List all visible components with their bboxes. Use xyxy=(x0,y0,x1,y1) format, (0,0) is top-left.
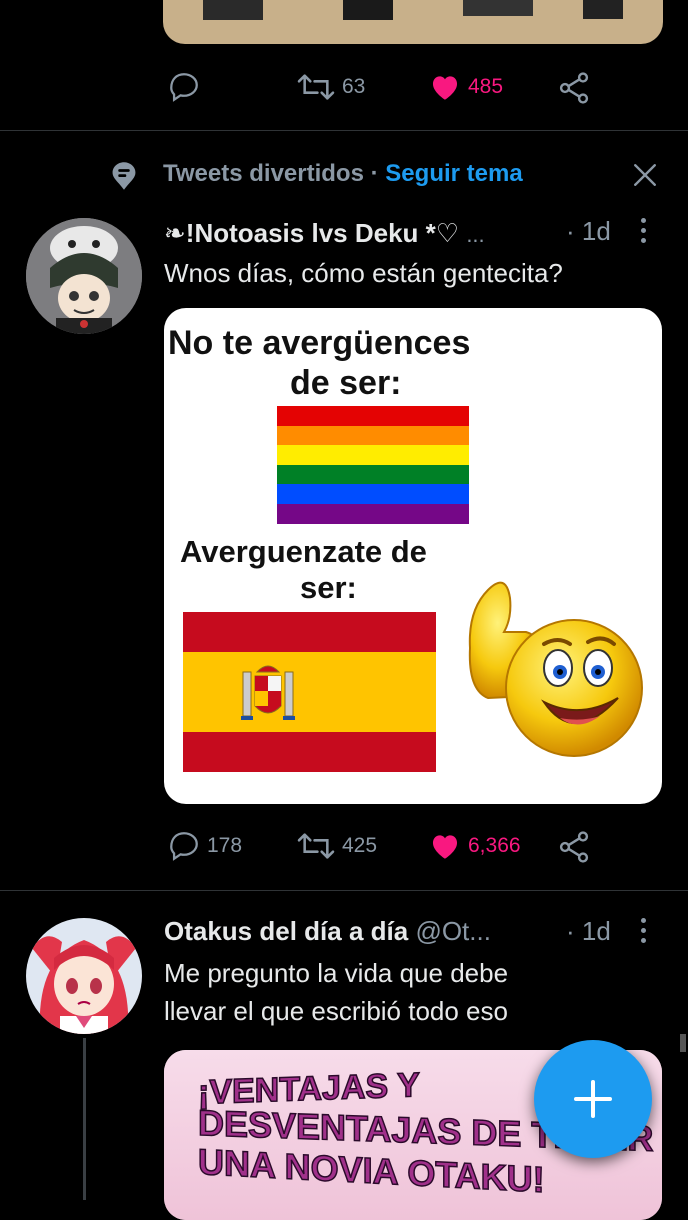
like-button[interactable]: 6,366 xyxy=(428,829,521,863)
meme-line-2: de ser: xyxy=(290,364,402,402)
avatar[interactable] xyxy=(26,218,142,334)
tweet-image[interactable]: No te avergüences de ser: Averguenzate d… xyxy=(164,308,662,804)
reply-icon xyxy=(170,832,198,861)
tweet-text: Wnos días, cómo están gentecita? xyxy=(164,258,563,288)
topic-separator: · xyxy=(370,160,379,187)
close-icon[interactable] xyxy=(632,162,658,188)
thread-line xyxy=(83,1038,86,1200)
meme-line-4: ser: xyxy=(300,570,357,605)
share-icon xyxy=(559,831,589,863)
compose-plus-icon[interactable] xyxy=(534,1040,652,1158)
display-name[interactable]: ❧!Notoasis lvs Deku *♡ xyxy=(164,218,459,248)
retweet-count: 425 xyxy=(342,834,378,857)
tweet-text: Me pregunto la vida que debe llevar el q… xyxy=(164,954,508,1030)
timestamp[interactable]: · 1d xyxy=(566,916,611,947)
meme-line-3: Averguenzate de xyxy=(180,534,427,569)
like-count: 485 xyxy=(468,75,504,98)
reply-button[interactable] xyxy=(167,70,201,104)
handle[interactable]: ... xyxy=(466,222,484,247)
share-icon xyxy=(559,72,589,104)
retweet-icon xyxy=(297,833,335,859)
timestamp[interactable]: · 1d xyxy=(566,216,611,247)
topic-icon xyxy=(112,162,136,190)
follow-topic-link[interactable]: Seguir tema xyxy=(385,160,522,187)
tweet-text-line-2: llevar el que escribió todo eso xyxy=(164,996,508,1026)
share-button[interactable] xyxy=(556,829,592,865)
heart-icon xyxy=(432,76,458,100)
reply-count: 178 xyxy=(207,834,243,857)
retweet-button[interactable]: 63 xyxy=(296,70,365,104)
share-button[interactable] xyxy=(556,70,592,106)
divider xyxy=(0,130,688,131)
like-button[interactable]: 485 xyxy=(428,70,503,104)
divider xyxy=(0,890,688,891)
meme-line-1: No te avergüences xyxy=(168,324,471,362)
tweet-1[interactable]: ❧!Notoasis lvs Deku *♡ ... · 1d Wnos día… xyxy=(0,200,688,890)
like-count: 6,366 xyxy=(468,834,521,857)
top-tweet-media[interactable] xyxy=(163,0,663,44)
spain-flag xyxy=(183,612,436,772)
thumbs-up-emoji xyxy=(468,581,643,757)
avatar[interactable] xyxy=(26,918,142,1034)
topic-name: Tweets divertidos xyxy=(163,160,364,187)
more-icon[interactable] xyxy=(641,918,647,948)
display-name[interactable]: Otakus del día a día xyxy=(164,916,408,946)
avatar-image xyxy=(26,918,142,1034)
more-icon[interactable] xyxy=(641,218,647,248)
retweet-icon xyxy=(297,74,335,100)
handle[interactable]: @Ot... xyxy=(415,916,491,946)
rainbow-flag xyxy=(277,406,469,524)
tweet-text-line-1: Me pregunto la vida que debe xyxy=(164,958,509,988)
topic-header: Tweets divertidos · Seguir tema xyxy=(0,152,688,198)
reply-button[interactable]: 178 xyxy=(167,829,242,863)
retweet-button[interactable]: 425 xyxy=(296,829,377,863)
heart-icon xyxy=(432,835,458,859)
scrollbar[interactable] xyxy=(680,1034,686,1052)
avatar-image xyxy=(26,218,142,334)
reply-icon xyxy=(170,73,198,102)
retweet-count: 63 xyxy=(342,75,366,98)
